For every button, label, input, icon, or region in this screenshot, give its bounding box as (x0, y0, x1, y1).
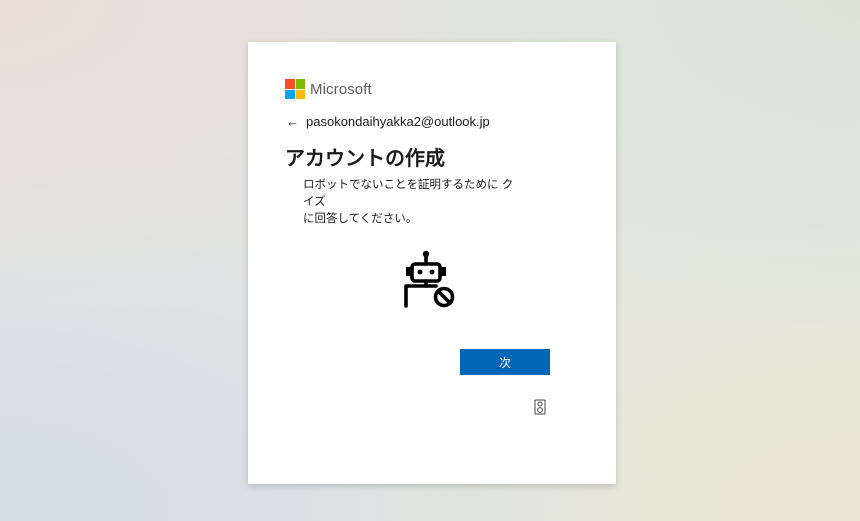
next-button[interactable]: 次 (460, 349, 550, 375)
robot-blocked-icon (404, 250, 455, 308)
description-line-1: ロボットでないことを証明するために クイズ (303, 179, 514, 208)
back-arrow-icon[interactable]: ← (286, 114, 300, 129)
audio-challenge-icon[interactable] (534, 399, 546, 415)
description-line-2: に回答してください。 (303, 213, 418, 225)
identity-banner: ← pasokondaihyakka2@outlook.jp (286, 114, 490, 129)
signup-card: Microsoft ← pasokondaihyakka2@outlook.jp… (248, 42, 616, 484)
page-title: アカウントの作成 (285, 148, 445, 170)
identity-email: pasokondaihyakka2@outlook.jp (306, 114, 490, 129)
brand-header: Microsoft (285, 79, 372, 99)
page-description: ロボットでないことを証明するために クイズ に回答してください。 (303, 177, 523, 228)
brand-name: Microsoft (310, 80, 372, 98)
microsoft-logo-icon (285, 79, 305, 99)
